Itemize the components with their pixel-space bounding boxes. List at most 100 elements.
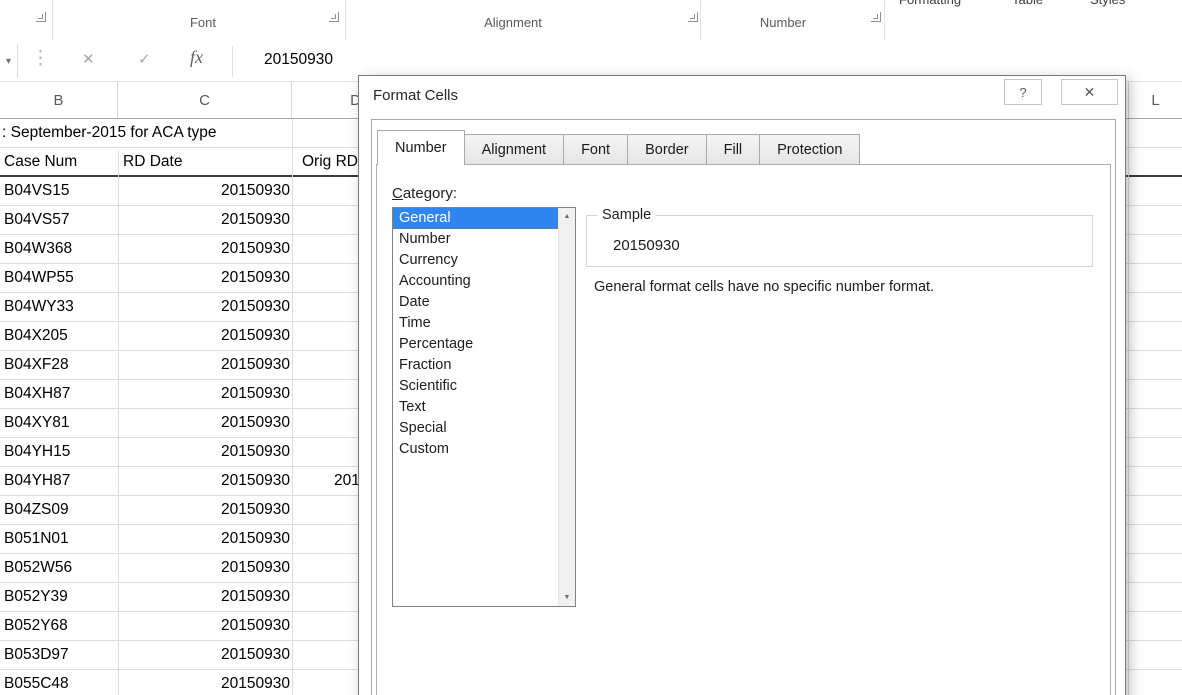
category-option-accounting[interactable]: Accounting	[393, 271, 558, 292]
cell-case-num[interactable]: B04XH87	[4, 380, 70, 408]
cell-rd-date[interactable]: 20150930	[118, 206, 290, 234]
cell-rd-date[interactable]: 20150930	[118, 583, 290, 611]
conditional-formatting-button[interactable]: Formatting	[899, 0, 961, 7]
cell-rd-date[interactable]: 20150930	[118, 438, 290, 466]
header-case-num[interactable]: Case Num	[4, 148, 77, 175]
cell-case-num[interactable]: B04YH87	[4, 467, 70, 495]
tab-alignment[interactable]: Alignment	[463, 134, 565, 164]
cell-rd-date[interactable]: 20150930	[118, 235, 290, 263]
cell-rd-date[interactable]: 20150930	[118, 612, 290, 640]
cell-case-num[interactable]: B053D97	[4, 641, 69, 669]
cell-orig-rd-date[interactable]: 201	[334, 467, 360, 495]
header-rd-date[interactable]: RD Date	[123, 148, 182, 175]
category-option-fraction[interactable]: Fraction	[393, 355, 558, 376]
category-option-custom[interactable]: Custom	[393, 439, 558, 460]
dialog-title: Format Cells	[373, 87, 459, 104]
cell-rd-date[interactable]: 20150930	[118, 670, 290, 695]
category-list: General Number Currency Accounting Date Time P…	[392, 207, 576, 607]
tab-number[interactable]: Number	[377, 130, 465, 165]
cell-case-num[interactable]: B055C48	[4, 670, 69, 695]
dialog-launcher-icon[interactable]	[36, 12, 46, 22]
dialog-client-area: Number Alignment Font Border Fill Protection …	[371, 119, 1116, 695]
cell-case-num[interactable]: B04XF28	[4, 351, 69, 379]
cell-rd-date[interactable]: 20150930	[118, 293, 290, 321]
column-header-c[interactable]: C	[118, 82, 292, 118]
cell-case-num[interactable]: B04WP55	[4, 264, 74, 292]
scroll-down-icon[interactable]: ▼	[559, 589, 575, 606]
cell-rd-date[interactable]: 20150930	[118, 641, 290, 669]
format-as-table-button[interactable]: Table	[1012, 0, 1043, 7]
enter-button[interactable]: ✓	[138, 50, 151, 68]
formula-bar-gripper-icon[interactable]: ⋮	[31, 47, 50, 70]
tab-font[interactable]: Font	[563, 134, 629, 164]
cancel-button[interactable]: ✕	[82, 50, 95, 68]
number-tab-page: Category: General Number Currency Accountin…	[376, 164, 1111, 695]
sheet-title[interactable]: : September-2015 for ACA type	[2, 119, 217, 147]
number-dialog-launcher-icon[interactable]	[871, 12, 881, 22]
close-button[interactable]: ✕	[1061, 79, 1118, 105]
group-separator	[700, 0, 701, 40]
category-option-general[interactable]: General	[393, 208, 558, 229]
formula-bar-separator	[232, 46, 233, 77]
close-icon: ✕	[1083, 83, 1096, 100]
gridline-vertical	[118, 150, 119, 695]
sample-label: Sample	[597, 207, 657, 223]
column-header-b[interactable]: B	[0, 82, 118, 118]
cell-case-num[interactable]: B051N01	[4, 525, 69, 553]
column-header-l[interactable]: L	[1128, 82, 1182, 118]
cell-case-num[interactable]: B04W368	[4, 235, 72, 263]
name-box-dropdown-icon[interactable]: ▾	[6, 56, 11, 67]
group-separator	[52, 0, 53, 40]
category-option-special[interactable]: Special	[393, 418, 558, 439]
scroll-up-icon[interactable]: ▲	[559, 208, 575, 225]
tab-border[interactable]: Border	[627, 134, 707, 164]
cell-rd-date[interactable]: 20150930	[118, 525, 290, 553]
category-option-text[interactable]: Text	[393, 397, 558, 418]
header-orig-rd[interactable]: Orig RD	[302, 148, 358, 175]
alignment-dialog-launcher-icon[interactable]	[688, 12, 698, 22]
alignment-group-label: Alignment	[484, 15, 542, 30]
dialog-titlebar[interactable]: Format Cells ? ✕	[359, 76, 1125, 119]
cell-rd-date[interactable]: 20150930	[118, 351, 290, 379]
cell-case-num[interactable]: B04YH15	[4, 438, 70, 466]
cell-case-num[interactable]: B052Y39	[4, 583, 68, 611]
category-list-scrollbar[interactable]: ▲ ▼	[558, 208, 575, 606]
name-box[interactable]: ▾	[0, 45, 18, 78]
cell-rd-date[interactable]: 20150930	[118, 380, 290, 408]
category-option-percentage[interactable]: Percentage	[393, 334, 558, 355]
cell-case-num[interactable]: B04ZS09	[4, 496, 69, 524]
help-button[interactable]: ?	[1004, 79, 1042, 105]
tab-protection[interactable]: Protection	[759, 134, 861, 164]
cell-rd-date[interactable]: 20150930	[118, 496, 290, 524]
category-option-time[interactable]: Time	[393, 313, 558, 334]
gridline-vertical	[1128, 119, 1129, 695]
cell-rd-date[interactable]: 20150930	[118, 467, 290, 495]
cell-case-num[interactable]: B04VS57	[4, 206, 70, 234]
format-description: General format cells have no specific nu…	[594, 279, 935, 295]
cell-case-num[interactable]: B04X205	[4, 322, 68, 350]
category-option-number[interactable]: Number	[393, 229, 558, 250]
cell-case-num[interactable]: B04VS15	[4, 177, 70, 205]
category-option-currency[interactable]: Currency	[393, 250, 558, 271]
number-group-label: Number	[759, 15, 807, 30]
category-option-date[interactable]: Date	[393, 292, 558, 313]
cell-case-num[interactable]: B052W56	[4, 554, 72, 582]
group-separator	[345, 0, 346, 40]
cell-case-num[interactable]: B04XY81	[4, 409, 70, 437]
cell-rd-date[interactable]: 20150930	[118, 554, 290, 582]
format-cells-dialog: Format Cells ? ✕ Number Alignment Font Bord…	[358, 75, 1126, 695]
gridline-vertical	[292, 119, 293, 695]
cell-case-num[interactable]: B04WY33	[4, 293, 74, 321]
cell-rd-date[interactable]: 20150930	[118, 177, 290, 205]
category-option-scientific[interactable]: Scientific	[393, 376, 558, 397]
cell-rd-date[interactable]: 20150930	[118, 409, 290, 437]
font-dialog-launcher-icon[interactable]	[329, 12, 339, 22]
cell-styles-button[interactable]: Styles	[1090, 0, 1125, 7]
insert-function-button[interactable]: fx	[190, 47, 203, 68]
formula-bar-input[interactable]: 20150930	[264, 51, 333, 69]
tab-fill[interactable]: Fill	[705, 134, 761, 164]
cell-case-num[interactable]: B052Y68	[4, 612, 68, 640]
cell-rd-date[interactable]: 20150930	[118, 322, 290, 350]
category-label: Category:	[392, 185, 458, 202]
cell-rd-date[interactable]: 20150930	[118, 264, 290, 292]
